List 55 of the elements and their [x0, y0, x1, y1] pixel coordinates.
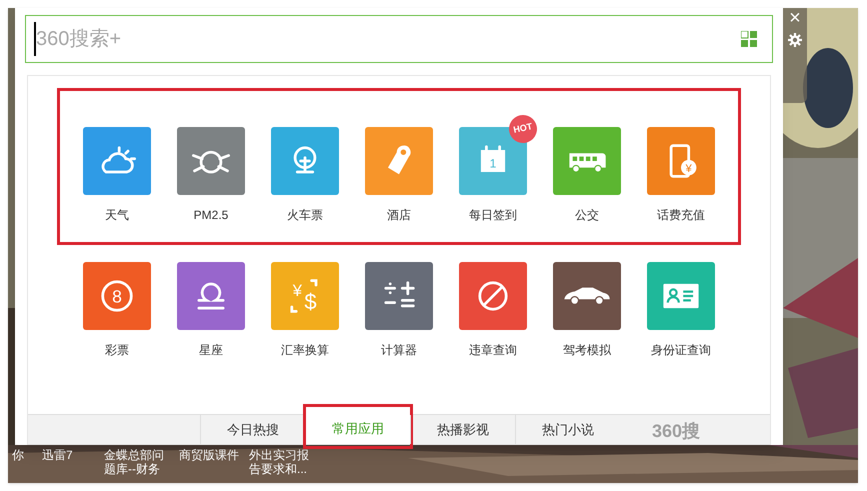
app-tile[interactable] [177, 262, 245, 330]
app-label[interactable]: 彩票 [105, 341, 129, 359]
app-label[interactable]: 驾考模拟 [563, 341, 611, 359]
app-tile[interactable] [647, 262, 715, 330]
app-tile[interactable] [271, 127, 339, 195]
app-label[interactable]: 每日签到 [469, 206, 517, 224]
calendar-digit: 1 [490, 156, 496, 171]
app-label[interactable]: 公交 [575, 206, 599, 224]
car-icon [564, 288, 610, 306]
app-label[interactable]: 汇率换算 [281, 341, 329, 359]
tab[interactable]: 常用应用 [305, 414, 410, 444]
id-card-icon [663, 284, 699, 308]
cloud-sun-icon [102, 146, 136, 174]
app-tile[interactable] [365, 127, 433, 195]
phone-coin-icon [670, 144, 696, 178]
tab[interactable]: 今日热搜 [200, 415, 305, 444]
footer-logo: 360搜 [652, 420, 700, 443]
currency-exchange-icon [290, 279, 318, 313]
app-label[interactable]: 星座 [199, 341, 223, 359]
app-label[interactable]: 火车票 [287, 206, 323, 224]
tab[interactable]: 热播影视 [410, 415, 515, 444]
app-tile[interactable] [365, 262, 433, 330]
app-label[interactable]: 酒店 [387, 206, 411, 224]
door-hanger-icon [388, 146, 411, 174]
desktop-icon-label[interactable]: 金蝶总部问题库--财务 [100, 448, 175, 476]
app-tile[interactable] [553, 262, 621, 330]
calculator-icon [384, 281, 415, 308]
desktop-icon-label[interactable]: 外出实习报告要求和... [245, 448, 320, 476]
railway-logo-icon [294, 146, 316, 174]
desktop-icon-label[interactable]: 商贸版课件 [175, 448, 245, 476]
app-label[interactable]: 计算器 [381, 341, 417, 359]
ball-number: 8 [112, 286, 122, 307]
app-label[interactable]: 天气 [105, 206, 129, 224]
app-tile[interactable] [553, 127, 621, 195]
desktop-icon-label[interactable]: 你 [8, 448, 38, 476]
app-label[interactable]: 身份证查询 [651, 341, 711, 359]
currency-sign: ¥ [292, 282, 302, 300]
currency-sign: $ [304, 289, 317, 314]
mask-icon [192, 150, 230, 174]
app-tile[interactable] [177, 127, 245, 195]
ball-icon [101, 280, 133, 312]
calendar-icon [480, 145, 506, 172]
currency-sign: ¥ [686, 163, 692, 175]
tab[interactable]: 热门小说 [515, 415, 620, 444]
desktop-icon-label[interactable]: 迅雷7 [38, 448, 100, 476]
libra-icon [198, 282, 224, 310]
grid-icon[interactable] [741, 31, 757, 47]
app-label[interactable]: 违章查询 [469, 341, 517, 359]
app-label[interactable]: PM2.5 [194, 206, 228, 224]
app-tile[interactable] [83, 127, 151, 195]
app-tile[interactable] [459, 262, 527, 330]
bus-icon [569, 153, 606, 173]
app-label[interactable]: 话费充值 [657, 206, 705, 224]
search-field[interactable]: 360搜索+ [25, 15, 773, 63]
no-entry-icon [478, 281, 508, 311]
